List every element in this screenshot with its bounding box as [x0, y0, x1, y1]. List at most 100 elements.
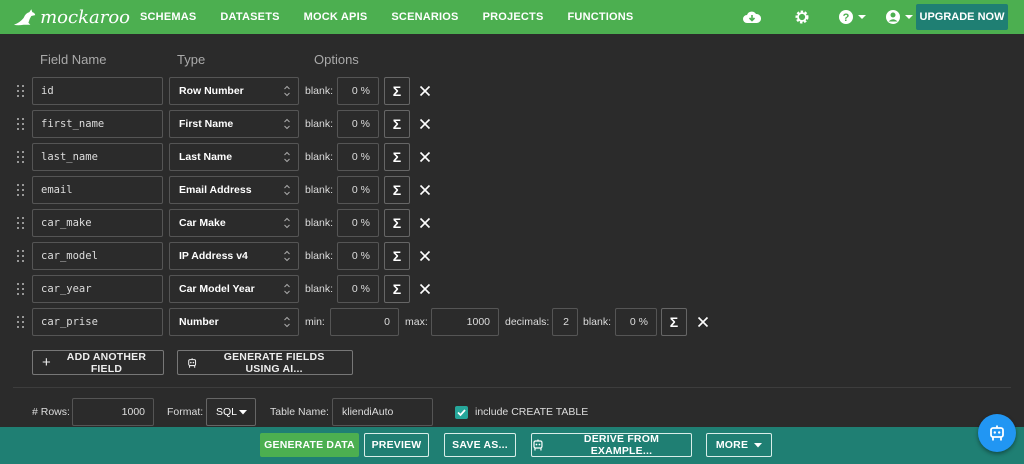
drag-handle-icon[interactable]	[17, 250, 25, 262]
nav-mock-apis[interactable]: MOCK APIS	[304, 11, 368, 23]
cloud-download-icon[interactable]	[743, 10, 761, 24]
chevron-down-icon	[239, 410, 247, 415]
gear-icon[interactable]	[794, 9, 810, 25]
remove-field-icon[interactable]	[697, 315, 709, 328]
preview-button[interactable]: PREVIEW	[364, 433, 429, 457]
blank-input[interactable]: 0 %	[337, 77, 379, 105]
remove-field-icon[interactable]	[419, 150, 431, 163]
help-icon[interactable]: ?	[838, 9, 866, 25]
field-type-select[interactable]: Email Address	[169, 176, 299, 204]
table-name-input[interactable]: kliendiAuto	[332, 398, 433, 426]
blank-input[interactable]: 0 %	[337, 209, 379, 237]
blank-input[interactable]: 0 %	[337, 110, 379, 138]
blank-input[interactable]: 0 %	[337, 242, 379, 270]
field-row: car_prise Number min: 0 max: 1000 decimals: 2 bl…	[0, 308, 1024, 336]
blank-input[interactable]: 0 %	[337, 176, 379, 204]
chevron-down-icon	[905, 15, 913, 19]
field-type-select[interactable]: Car Model Year	[169, 275, 299, 303]
divider	[13, 387, 1011, 388]
field-type-select[interactable]: Last Name	[169, 143, 299, 171]
field-row: first_name First Name blank: 0 % Σ	[0, 110, 1024, 138]
field-name-input[interactable]: id	[32, 77, 163, 105]
formula-button[interactable]: Σ	[384, 176, 410, 204]
format-select[interactable]: SQL	[206, 398, 256, 426]
derive-from-example-button[interactable]: DERIVE FROM EXAMPLE...	[531, 433, 692, 457]
blank-input[interactable]: 0 %	[615, 308, 657, 336]
nav-scenarios[interactable]: SCENARIOS	[391, 11, 458, 23]
field-name-input[interactable]: car_prise	[32, 308, 163, 336]
derive-label: DERIVE FROM EXAMPLE...	[583, 433, 660, 457]
decimals-input[interactable]: 2	[552, 308, 578, 336]
remove-field-icon[interactable]	[419, 117, 431, 130]
nav-datasets[interactable]: DATASETS	[220, 11, 279, 23]
nav-projects[interactable]: PROJECTS	[483, 11, 544, 23]
field-type-value: Car Model Year	[179, 283, 255, 295]
mockaroo-logo[interactable]: mockaroo	[12, 7, 130, 28]
rows-input[interactable]: 1000	[72, 398, 154, 426]
remove-field-icon[interactable]	[419, 216, 431, 229]
chevron-down-icon	[754, 442, 763, 447]
field-type-value: First Name	[179, 118, 234, 130]
field-row: id Row Number blank: 0 % Σ	[0, 77, 1024, 105]
field-type-value: Number	[179, 316, 219, 328]
more-button[interactable]: MORE	[706, 433, 772, 457]
field-type-value: Row Number	[179, 85, 244, 97]
field-type-select[interactable]: First Name	[169, 110, 299, 138]
remove-field-icon[interactable]	[419, 249, 431, 262]
save-as-button[interactable]: SAVE AS...	[444, 433, 516, 457]
field-type-value: Email Address	[179, 184, 252, 196]
field-name-input[interactable]: car_make	[32, 209, 163, 237]
field-name-input[interactable]: car_year	[32, 275, 163, 303]
drag-handle-icon[interactable]	[17, 217, 25, 229]
generate-data-button[interactable]: GENERATE DATA	[260, 433, 359, 457]
drag-handle-icon[interactable]	[17, 85, 25, 97]
drag-handle-icon[interactable]	[17, 118, 25, 130]
chevron-down-icon	[858, 15, 866, 19]
account-icon[interactable]	[885, 9, 913, 25]
max-input[interactable]: 1000	[431, 308, 499, 336]
generate-fields-ai-button[interactable]: GENERATE FIELDS USING AI...	[177, 350, 353, 375]
formula-button[interactable]: Σ	[384, 242, 410, 270]
field-type-value: Last Name	[179, 151, 233, 163]
field-type-select[interactable]: IP Address v4	[169, 242, 299, 270]
remove-field-icon[interactable]	[419, 183, 431, 196]
drag-handle-icon[interactable]	[17, 184, 25, 196]
field-row: email Email Address blank: 0 % Σ	[0, 176, 1024, 204]
formula-button[interactable]: Σ	[661, 308, 687, 336]
drag-handle-icon[interactable]	[17, 283, 25, 295]
field-type-select[interactable]: Row Number	[169, 77, 299, 105]
field-name-input[interactable]: car_model	[32, 242, 163, 270]
nav-schemas[interactable]: SCHEMAS	[140, 11, 196, 23]
field-name-input[interactable]: first_name	[32, 110, 163, 138]
remove-field-icon[interactable]	[419, 282, 431, 295]
remove-field-icon[interactable]	[419, 84, 431, 97]
field-name-input[interactable]: last_name	[32, 143, 163, 171]
decimals-label: decimals:	[505, 316, 550, 328]
formula-button[interactable]: Σ	[384, 275, 410, 303]
formula-button[interactable]: Σ	[384, 143, 410, 171]
formula-button[interactable]: Σ	[384, 110, 410, 138]
field-type-value: IP Address v4	[179, 250, 248, 262]
blank-input[interactable]: 0 %	[337, 275, 379, 303]
rows-label: # Rows:	[32, 406, 70, 418]
field-name-input[interactable]: email	[32, 176, 163, 204]
upgrade-now-button[interactable]: UPGRADE NOW	[916, 4, 1008, 30]
nav-functions[interactable]: FUNCTIONS	[568, 11, 634, 23]
formula-button[interactable]: Σ	[384, 77, 410, 105]
field-row: car_make Car Make blank: 0 % Σ	[0, 209, 1024, 237]
blank-input[interactable]: 0 %	[337, 143, 379, 171]
field-type-select[interactable]: Number	[169, 308, 299, 336]
drag-handle-icon[interactable]	[17, 316, 25, 328]
formula-button[interactable]: Σ	[384, 209, 410, 237]
max-label: max:	[405, 316, 428, 328]
min-input[interactable]: 0	[330, 308, 399, 336]
main-nav: SCHEMAS DATASETS MOCK APIS SCENARIOS PRO…	[140, 11, 657, 23]
field-type-select[interactable]: Car Make	[169, 209, 299, 237]
create-table-checkbox[interactable]	[455, 406, 468, 419]
robot-icon	[990, 425, 1004, 441]
add-another-field-button[interactable]: + ADD ANOTHER FIELD	[32, 350, 164, 375]
ai-assistant-button[interactable]	[978, 414, 1016, 452]
drag-handle-icon[interactable]	[17, 151, 25, 163]
field-row: car_year Car Model Year blank: 0 % Σ	[0, 275, 1024, 303]
checkmark-icon	[457, 409, 466, 417]
